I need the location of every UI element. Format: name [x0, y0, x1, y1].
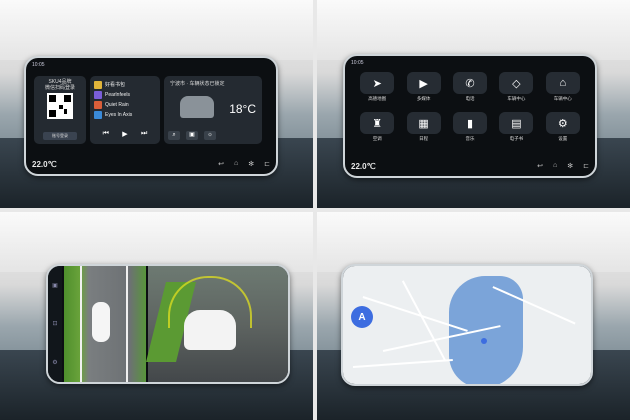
account-login-button[interactable]: 账号登录 — [43, 132, 77, 140]
location-marker — [481, 338, 487, 344]
player-controls: ⏮ ▶ ⏭ — [96, 130, 154, 138]
app-tile[interactable]: ⌂ 车辆中心 — [543, 72, 583, 102]
navigation-icon[interactable]: A — [351, 306, 373, 328]
app-tile[interactable]: ⚙ 设置 — [543, 112, 583, 142]
lake — [449, 276, 523, 384]
parked-car — [184, 310, 236, 350]
song-title: Pearlnfeels — [105, 91, 131, 98]
vehicle-status-card[interactable]: 宁波市 · 车辆状态已锁定 18°C ⌕ ▣ ☼ — [164, 76, 262, 144]
light-icon[interactable]: ☼ — [204, 131, 216, 140]
album-art — [94, 80, 102, 89]
home-icon[interactable]: ⌂ — [234, 160, 238, 168]
search-icon[interactable]: ⌕ — [168, 131, 180, 140]
song-item[interactable]: Pearlnfeels — [94, 90, 130, 99]
app-label: 空调 — [372, 136, 382, 141]
settings-icon[interactable]: ⚙ — [52, 359, 57, 366]
photo-grid: 10:05 SKU4品牌 微信扫码登录 账号登录 好看书包 Pearlnfeel… — [0, 0, 630, 420]
seat-icon[interactable]: ⊏ — [264, 160, 270, 168]
media-icon: ▶ — [406, 72, 441, 94]
song-item[interactable]: 好看书包 — [94, 80, 125, 89]
song-title: Quiet Rain — [105, 101, 129, 108]
quick-actions: ⌕ ▣ ☼ — [168, 131, 216, 140]
album-art — [94, 100, 102, 109]
climate-icon: ♜ — [360, 112, 395, 134]
infotainment-screen: A — [341, 264, 593, 386]
app-tile[interactable]: ◇ 车辆中心 — [496, 72, 536, 102]
music-card[interactable]: 好看书包 Pearlnfeels Quiet Rain Eyes In Axis… — [90, 76, 160, 144]
bottom-bar: 22.0℃ ↩ ⌂ ✻ ⊏ — [351, 160, 589, 172]
app-label: 电子书 — [509, 136, 524, 141]
navigation-map[interactable]: A — [343, 266, 591, 384]
status-time: 10:05 — [32, 62, 45, 68]
book-icon: ▤ — [499, 112, 534, 134]
infotainment-screen: 10:05 ➤ 高德地图 ▶ 多媒体 ✆ 电话 ◇ 车辆中心 ⌂ 车辆中心 ♜ 空调 ▦ 日程… — [343, 54, 597, 178]
infotainment-screen: ▣ ⊡ ⚙ — [46, 264, 290, 384]
back-icon[interactable]: ↩ — [218, 160, 224, 168]
phone-icon: ✆ — [452, 72, 487, 94]
car-top-view — [92, 302, 110, 342]
album-art — [94, 110, 102, 119]
camera-sidebar: ▣ ⊡ ⚙ — [48, 266, 62, 382]
qr-code — [47, 93, 73, 119]
app-grid: ➤ 高德地图 ▶ 多媒体 ✆ 电话 ◇ 车辆中心 ⌂ 车辆中心 ♜ 空调 ▦ 日程 ▮ 音乐 ▤… — [357, 72, 583, 142]
song-item[interactable]: Eyes In Axis — [94, 110, 132, 119]
song-item[interactable]: Quiet Rain — [94, 100, 129, 109]
fan-icon[interactable]: ✻ — [567, 162, 573, 170]
app-label: 日程 — [419, 136, 429, 141]
vehicle-center-icon: ◇ — [499, 72, 534, 94]
photo-360-camera: ▣ ⊡ ⚙ — [0, 212, 313, 420]
play-icon[interactable]: ▶ — [122, 130, 127, 138]
back-icon[interactable]: ↩ — [537, 162, 543, 170]
app-label: 车辆中心 — [553, 96, 572, 101]
app-label: 设置 — [558, 136, 568, 141]
lock-icon[interactable]: ▣ — [186, 131, 198, 140]
calendar-icon: ▦ — [406, 112, 441, 134]
qr-title: SKU4品牌 微信扫码登录 — [44, 79, 75, 91]
app-label: 高德地图 — [368, 96, 387, 101]
album-art — [94, 90, 102, 99]
app-tile[interactable]: ▶ 多媒体 — [403, 72, 443, 102]
previous-icon[interactable]: ⏮ — [103, 130, 109, 138]
infotainment-screen: 10:05 SKU4品牌 微信扫码登录 账号登录 好看书包 Pearlnfeel… — [24, 56, 278, 176]
app-tile[interactable]: ▦ 日程 — [403, 112, 443, 142]
app-label: 多媒体 — [416, 96, 431, 101]
app-label: 音乐 — [465, 136, 475, 141]
photo-app-grid: 10:05 ➤ 高德地图 ▶ 多媒体 ✆ 电话 ◇ 车辆中心 ⌂ 车辆中心 ♜ 空调 ▦ 日程… — [317, 0, 630, 208]
app-label: 电话 — [465, 96, 475, 101]
settings-icon: ⚙ — [545, 112, 580, 134]
qr-login-card[interactable]: SKU4品牌 微信扫码登录 账号登录 — [34, 76, 86, 144]
cabin-temperature[interactable]: 22.0℃ — [351, 162, 376, 171]
birdseye-view — [64, 266, 146, 382]
seat-icon[interactable]: ⊏ — [583, 162, 589, 170]
next-icon[interactable]: ⏭ — [141, 130, 147, 138]
home-icon[interactable]: ⌂ — [553, 162, 557, 170]
app-label: 车辆中心 — [507, 96, 526, 101]
photo-home-screen: 10:05 SKU4品牌 微信扫码登录 账号登录 好看书包 Pearlnfeel… — [0, 0, 313, 208]
song-title: 好看书包 — [105, 82, 126, 88]
view-icon[interactable]: ▣ — [52, 282, 58, 289]
status-time: 10:05 — [351, 60, 364, 66]
photo-map: A — [317, 212, 630, 420]
app-tile[interactable]: ➤ 高德地图 — [357, 72, 397, 102]
app-tile[interactable]: ♜ 空调 — [357, 112, 397, 142]
song-title: Eyes In Axis — [105, 111, 133, 118]
app-tile[interactable]: ▤ 电子书 — [496, 112, 536, 142]
outside-temperature: 18°C — [229, 102, 256, 116]
vehicle-status-header: 宁波市 · 车辆状态已锁定 — [170, 81, 225, 87]
navigation-icon: ➤ — [360, 72, 395, 94]
app-tile[interactable]: ✆ 电话 — [450, 72, 490, 102]
app-tile[interactable]: ▮ 音乐 — [450, 112, 490, 142]
music-icon: ▮ — [452, 112, 487, 134]
guide-icon[interactable]: ⊡ — [52, 320, 57, 327]
home-icon: ⌂ — [545, 72, 580, 94]
rear-camera-view — [146, 266, 288, 382]
cabin-temperature[interactable]: 22.0℃ — [32, 160, 57, 169]
bottom-bar: 22.0℃ ↩ ⌂ ✻ ⊏ — [32, 158, 270, 170]
car-illustration — [180, 96, 214, 118]
fan-icon[interactable]: ✻ — [248, 160, 254, 168]
